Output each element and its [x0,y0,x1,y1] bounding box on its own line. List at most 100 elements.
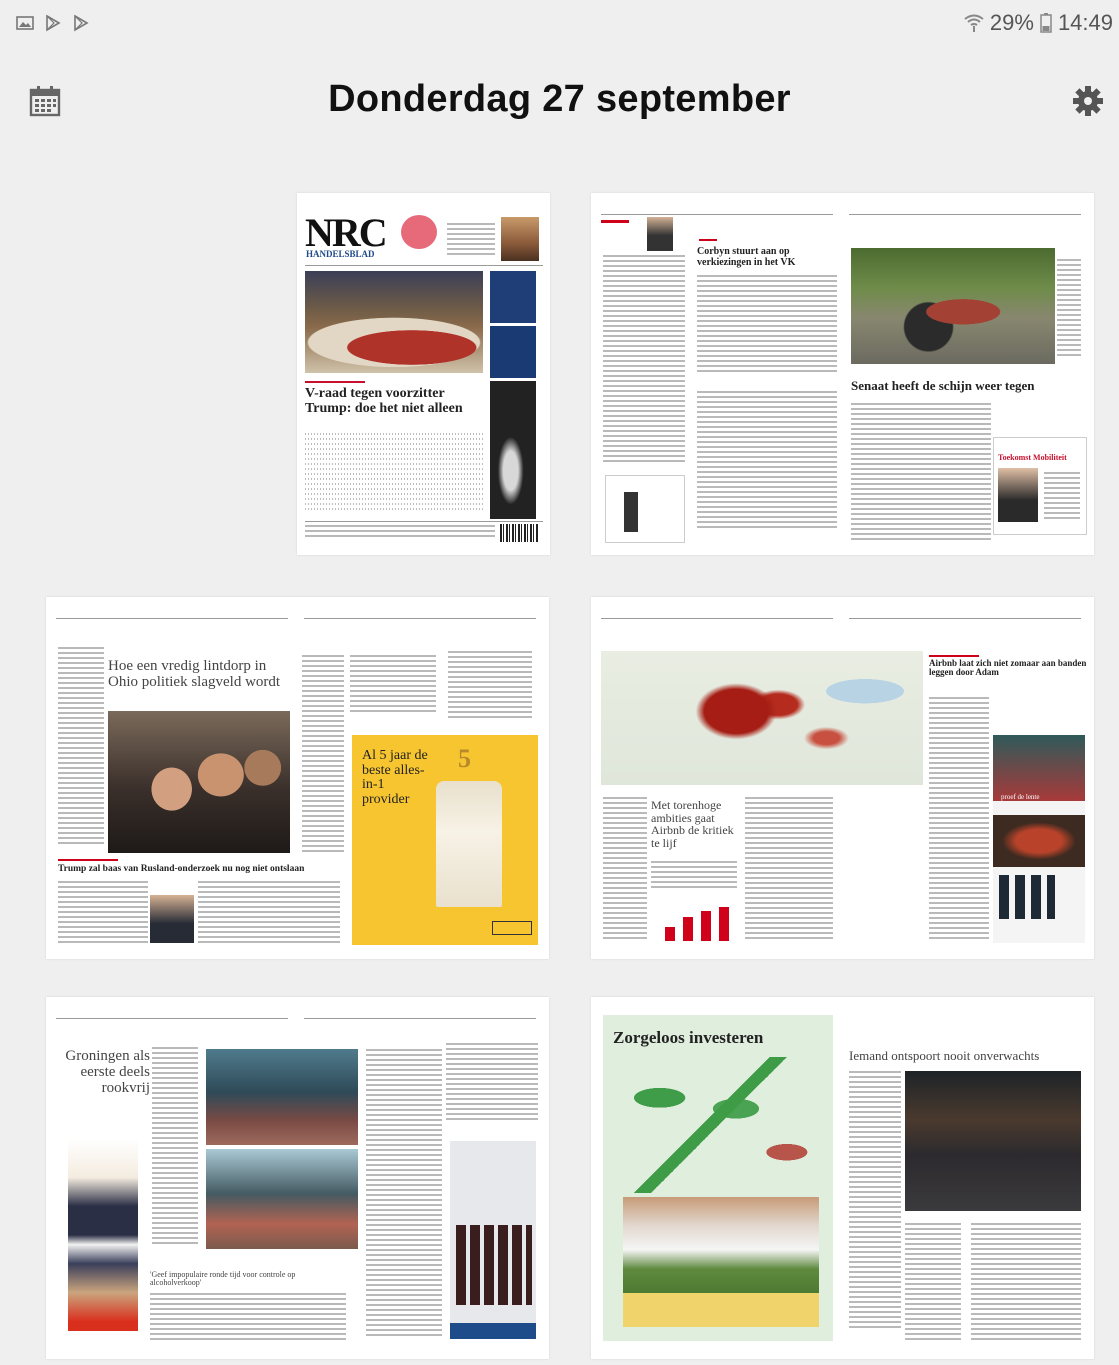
spread1-portrait [647,217,673,251]
spread1-ad-title: Toekomst Mobiliteit [998,453,1067,462]
spread4-ad-footer [450,1323,536,1339]
spread5-night-photo [905,1071,1081,1211]
spread1-left-rule [601,214,833,215]
spread3-right-text [929,697,989,941]
spread4-clipping [68,1139,138,1331]
page-spread-4[interactable]: Groningen als eerste deels rookvrij 'Gee… [46,997,549,1359]
spread1-right-rule [849,214,1081,215]
clock: 14:49 [1057,10,1113,35]
spread2-bottom-text-2 [198,881,340,943]
front-footer [305,525,495,539]
spread5-green-page: Zorgeloos investeren [603,1015,833,1341]
barcode [500,524,538,542]
spread4-ad-bottles [456,1225,532,1305]
gallery-icon [16,14,34,32]
system-status: 29% 14:49 [964,10,1113,36]
spread2-ad-button [492,921,532,935]
gear-icon[interactable] [1071,84,1105,118]
spread1-left-headline: Corbyn stuurt aan op verkiezingen in het… [697,246,796,268]
front-teaser-3 [490,381,536,519]
spread2-left-column [58,647,104,845]
spread5-info-box [623,1293,819,1327]
spread1-right-text [851,403,991,543]
spread1-center-text [697,275,837,375]
battery-percent: 29% [989,10,1034,35]
spread2-bottom-text [58,881,148,943]
front-teaser-1 [490,271,536,323]
app-header: Donderdag 27 september [0,60,1119,140]
page-spread-2[interactable]: Hoe een vredig lintdorp in Ohio politiek… [46,597,549,959]
page-spread-1[interactable]: Corbyn stuurt aan op verkiezingen in het… [591,193,1094,555]
spread2-ad-cake [436,781,502,907]
spread3-map [601,651,923,785]
spread5-right-text [849,1071,901,1331]
spread4-photo-top [206,1049,358,1145]
play-store-icon [72,14,90,32]
notification-icons [16,14,90,32]
spread3-bar-chart [661,897,745,941]
spread1-column-left [603,255,685,465]
status-bar: 29% 14:49 [0,0,1119,50]
front-kicker [305,381,365,383]
masthead: NRC [305,210,388,255]
spread5-right-headline: Iemand ontspoort nooit onverwachts [849,1048,1040,1063]
spread2-bottom-headline: Trump zal baas van Rusland-onderzoek nu … [58,864,305,874]
front-portrait [501,217,539,261]
front-body [305,433,485,513]
spread2-left-headline: Hoe een vredig lintdorp in Ohio politiek… [108,658,281,690]
spread5-house-photo [623,1197,819,1293]
spread2-right-col-3 [448,651,532,719]
spread3-left-rule [601,618,833,619]
spread4-bottom-text [150,1293,346,1343]
front-page[interactable]: NRC HANDELSBLAD V-raad tegen voorzitter … [297,193,550,555]
page-spread-5[interactable]: Zorgeloos investeren Iemand ontspoort no… [591,997,1094,1359]
front-main-photo [305,271,483,373]
spread1-photo-tractor [851,248,1055,364]
spread1-center-text-2 [697,391,837,531]
spread2-left-rule [56,618,288,619]
spread3-ad-top [993,735,1085,801]
spread3-ad-text: proef de lente [1001,793,1040,801]
spread3-right-headline: Airbnb laat zich niet zomaar aan banden … [929,658,1087,678]
masthead-badge [401,215,437,249]
spread2-right-col-2 [350,655,436,715]
spread4-right-text-2 [446,1043,538,1123]
spread3-kicker [929,655,979,657]
front-rule [305,265,543,266]
spread3-left-text [651,861,737,891]
spread1-cartoon [605,475,685,543]
front-footer-rule [305,521,543,522]
front-top-text [447,223,495,255]
spread3-ad-food [993,815,1085,867]
spread2-ad-number: 5 [458,744,471,773]
spread1-ad-box: Toekomst Mobiliteit [993,437,1087,535]
spread2-ad: Al 5 jaar de beste alles-in-1 provider 5 [352,735,538,945]
spread2-protest-photo [108,711,290,853]
spread4-bottom-headline: 'Geef impopulaire ronde tijd voor contro… [150,1270,296,1288]
front-headline: V-raad tegen voorzitter Trump: doe het n… [305,386,463,416]
spread3-ad: proef de lente [993,735,1085,943]
battery-icon [1040,13,1052,33]
spread2-portrait [150,895,194,943]
spread4-left-rule [56,1018,288,1019]
masthead-subtitle: HANDELSBLAD [306,249,375,259]
page-title: Donderdag 27 september [328,78,791,120]
page-spread-3[interactable]: Met torenhoge ambities gaat Airbnb de kr… [591,597,1094,959]
spread2-ad-text: Al 5 jaar de beste alles-in-1 provider [362,748,428,808]
spread5-left-headline: Zorgeloos investeren [613,1028,764,1047]
spread5-right-text-3 [971,1223,1081,1341]
spread3-center-text-2 [795,877,831,937]
spread4-photo-bottom [206,1149,358,1249]
spread2-kicker [58,859,118,861]
spread1-right-sidebar [1057,259,1081,359]
spread1-ad-text [1044,472,1080,520]
spread3-bar [701,911,711,941]
spread4-left-headline: Groningen als eerste deels rookvrij [65,1048,150,1096]
spread3-right-rule [849,618,1081,619]
spread1-right-headline: Senaat heeft de schijn weer tegen [851,378,1035,393]
spread4-right-text-1 [366,1049,442,1339]
spread2-right-col-1 [302,655,344,855]
spread5-illustration [613,1057,825,1193]
spread3-ad-bottles [999,875,1055,919]
spread4-ad [450,1141,536,1339]
